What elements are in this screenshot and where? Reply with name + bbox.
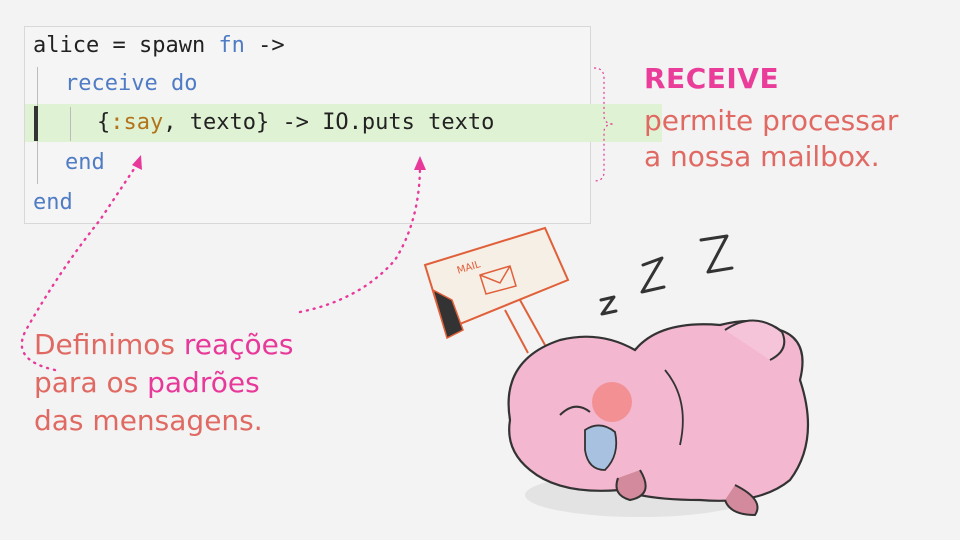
sleeping-creature-illustration: [507, 319, 810, 517]
arrow-head-icon: [132, 155, 142, 170]
sleep-z-icon: [599, 234, 734, 316]
illustration-layer: MAIL: [20, 67, 810, 517]
mail-sign-icon: MAIL: [423, 226, 570, 354]
bracket-connector: [593, 67, 615, 182]
dotted-arrow-to-end: [20, 158, 142, 372]
arrow-head-icon: [414, 156, 426, 170]
dotted-arrow-to-io: [298, 163, 422, 314]
